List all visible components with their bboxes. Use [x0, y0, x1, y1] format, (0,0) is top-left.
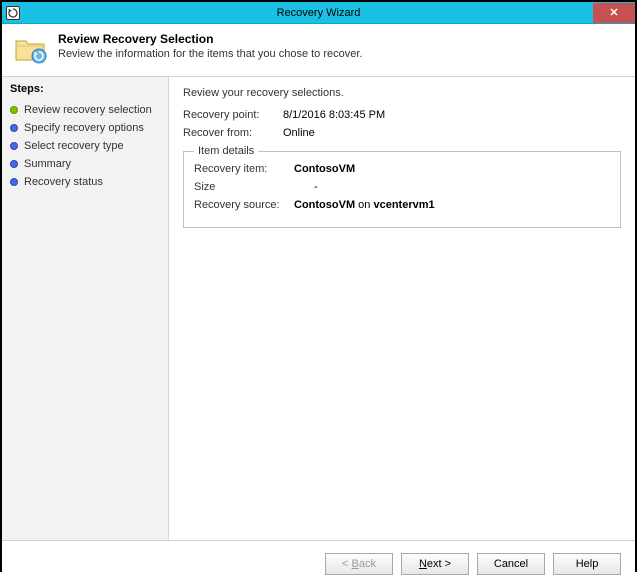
size-label: Size	[194, 181, 294, 193]
page-subtitle: Review the information for the items tha…	[58, 48, 362, 60]
recovery-point-label: Recovery point:	[183, 109, 283, 121]
recovery-item-row: Recovery item: ContosoVM	[194, 163, 610, 175]
step-pending-icon	[10, 124, 18, 132]
recovery-source-label: Recovery source:	[194, 199, 294, 211]
help-button[interactable]: Help	[553, 553, 621, 575]
step-label: Summary	[24, 158, 71, 170]
step-pending-icon	[10, 142, 18, 150]
next-button[interactable]: Next >	[401, 553, 469, 575]
step-active-icon	[10, 106, 18, 114]
instruction-text: Review your recovery selections.	[183, 87, 621, 99]
cancel-button[interactable]: Cancel	[477, 553, 545, 575]
recovery-point-row: Recovery point: 8/1/2016 8:03:45 PM	[183, 109, 621, 121]
step-select-type[interactable]: Select recovery type	[10, 137, 160, 155]
recovery-point-value: 8/1/2016 8:03:45 PM	[283, 109, 385, 121]
step-recovery-status[interactable]: Recovery status	[10, 173, 160, 191]
wizard-body: Steps: Review recovery selection Specify…	[2, 76, 635, 540]
size-value: -	[294, 181, 318, 193]
step-label: Specify recovery options	[24, 122, 144, 134]
step-summary[interactable]: Summary	[10, 155, 160, 173]
step-pending-icon	[10, 178, 18, 186]
steps-heading: Steps:	[10, 83, 160, 95]
main-panel: Review your recovery selections. Recover…	[169, 77, 635, 540]
wizard-footer: < Back Next > Cancel Help	[2, 540, 635, 586]
size-row: Size -	[194, 181, 610, 193]
recovery-source-row: Recovery source: ContosoVM on vcentervm1	[194, 199, 610, 211]
step-pending-icon	[10, 160, 18, 168]
step-label: Review recovery selection	[24, 104, 152, 116]
recovery-source-value: ContosoVM on vcentervm1	[294, 199, 435, 211]
recover-from-value: Online	[283, 127, 315, 139]
recovery-item-label: Recovery item:	[194, 163, 294, 175]
recovery-folder-icon	[14, 34, 48, 64]
item-details-group: Item details Recovery item: ContosoVM Si…	[183, 145, 621, 228]
page-header: Review Recovery Selection Review the inf…	[2, 24, 635, 76]
page-title: Review Recovery Selection	[58, 32, 362, 46]
item-details-legend: Item details	[194, 145, 258, 157]
recovery-item-value: ContosoVM	[294, 163, 355, 175]
window-title: Recovery Wizard	[2, 7, 635, 19]
recover-from-label: Recover from:	[183, 127, 283, 139]
titlebar: Recovery Wizard ✕	[2, 2, 635, 24]
step-review-selection[interactable]: Review recovery selection	[10, 101, 160, 119]
back-button[interactable]: < Back	[325, 553, 393, 575]
step-label: Recovery status	[24, 176, 103, 188]
step-specify-options[interactable]: Specify recovery options	[10, 119, 160, 137]
step-label: Select recovery type	[24, 140, 124, 152]
steps-sidebar: Steps: Review recovery selection Specify…	[2, 77, 169, 540]
recover-from-row: Recover from: Online	[183, 127, 621, 139]
